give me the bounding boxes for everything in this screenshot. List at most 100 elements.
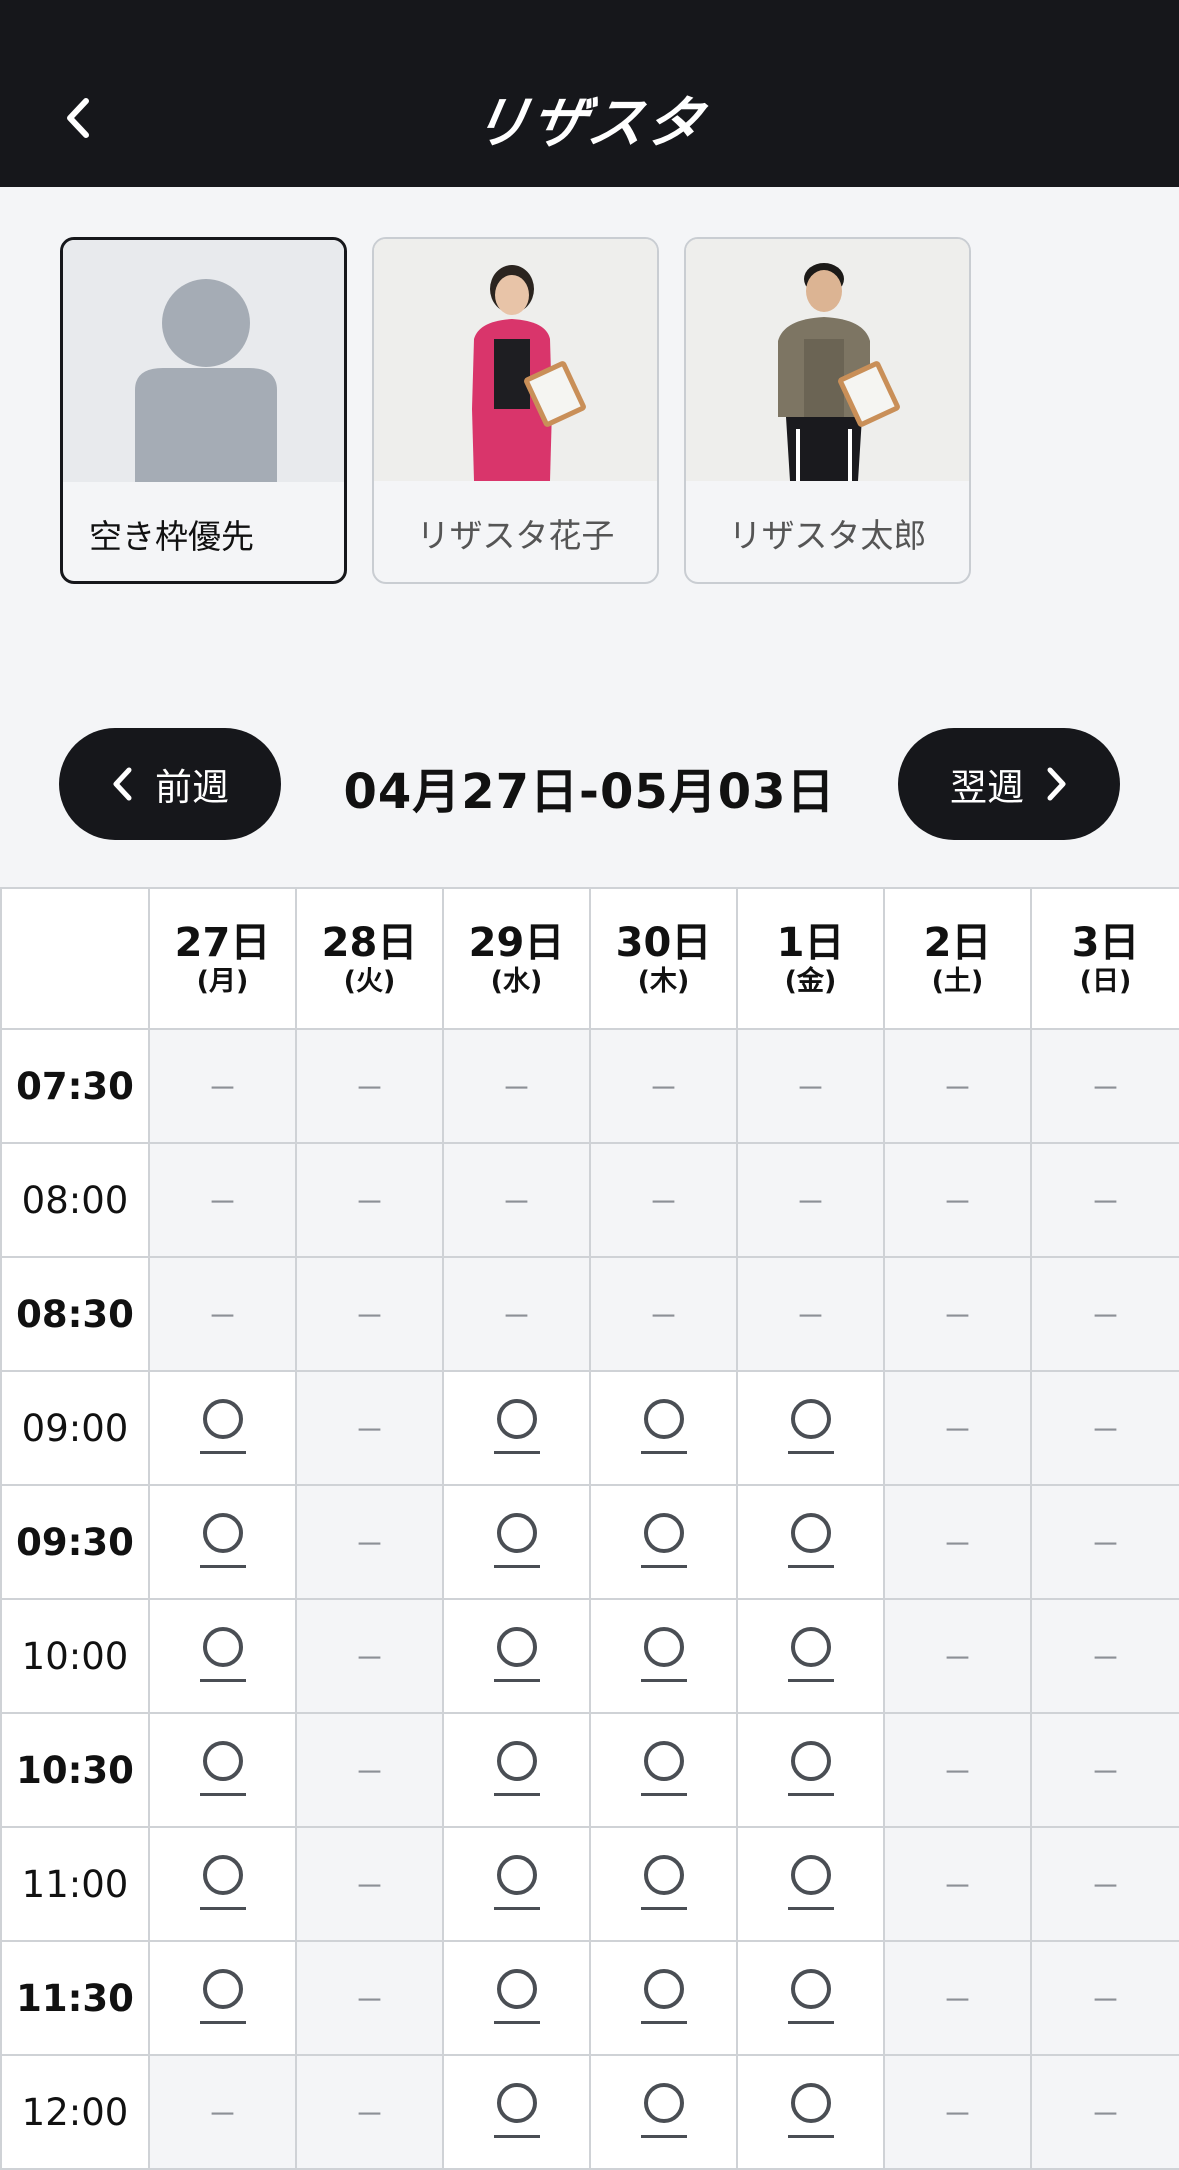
available-slot[interactable] [589,1826,738,1942]
dash-mark: － [795,1300,826,1335]
available-slot[interactable] [442,1940,591,2056]
dash-mark: － [1090,1870,1121,1905]
available-slot[interactable] [442,1598,591,1714]
available-slot[interactable] [589,1370,738,1486]
dash-mark: － [1090,1984,1121,2019]
unavailable-slot: － [295,1370,444,1486]
available-slot[interactable] [589,1598,738,1714]
unavailable-slot: － [883,1142,1032,1258]
staff-card-hanako[interactable]: リザスタ花子 [372,237,659,584]
day-header: 27日 (月) [148,887,297,1030]
unavailable-slot: － [1030,1940,1179,2056]
available-slot[interactable] [736,1940,885,2056]
available-slot[interactable] [442,1484,591,1600]
available-slot[interactable] [442,1712,591,1828]
dash-mark: － [942,1528,973,1563]
dash-mark: － [648,1072,679,1107]
link-underline [493,1450,540,1454]
available-slot[interactable] [148,1712,297,1828]
staff-card-any[interactable]: 空き枠優先 [60,237,347,584]
day-number: 27日 [174,919,271,966]
available-slot[interactable] [148,1826,297,1942]
available-circle-icon [790,1854,831,1895]
day-weekday: (火) [343,965,396,997]
available-circle-icon [790,2082,831,2123]
available-slot[interactable] [148,1598,297,1714]
time-label: 09:00 [0,1370,150,1486]
available-slot[interactable] [442,1826,591,1942]
time-row: 12:00 － － － － [0,2054,1179,2170]
day-header: 28日 (火) [295,887,444,1030]
dash-mark: － [1090,1642,1121,1677]
link-underline [493,1678,540,1682]
day-header: 1日 (金) [736,887,885,1030]
available-slot[interactable] [442,1370,591,1486]
staff-card-taro[interactable]: リザスタ太郎 [684,237,971,584]
available-slot[interactable] [589,2054,738,2170]
available-circle-icon [496,1854,537,1895]
time-row: 11:00 － － － [0,1826,1179,1942]
staff-name: リザスタ花子 [416,515,615,555]
available-circle-icon [643,1740,684,1781]
available-circle-icon [496,1740,537,1781]
trainer-photo-male [686,239,969,481]
next-week-button[interactable]: 翌週 [898,728,1120,840]
dash-mark: － [942,1984,973,2019]
link-underline [493,1564,540,1568]
link-underline [640,1906,687,1910]
available-slot[interactable] [589,1712,738,1828]
dash-mark: － [648,1186,679,1221]
prev-week-label: 前週 [155,766,229,809]
unavailable-slot: － [1030,2054,1179,2170]
available-slot[interactable] [736,1826,885,1942]
unavailable-slot: － [295,1598,444,1714]
available-circle-icon [643,1626,684,1667]
link-underline [640,1792,687,1796]
available-circle-icon [202,1512,243,1553]
staff-name: リザスタ太郎 [728,515,927,555]
available-slot[interactable] [736,1598,885,1714]
unavailable-slot: － [295,1142,444,1258]
available-slot[interactable] [442,2054,591,2170]
dash-mark: － [207,1186,238,1221]
unavailable-slot: － [295,1028,444,1144]
dash-mark: － [942,1870,973,1905]
available-slot[interactable] [148,1940,297,2056]
available-slot[interactable] [736,1484,885,1600]
unavailable-slot: － [589,1142,738,1258]
time-row: 11:30 － － － [0,1940,1179,2056]
unavailable-slot: － [883,2054,1032,2170]
dash-mark: － [501,1300,532,1335]
link-underline [787,1792,834,1796]
dash-mark: － [795,1186,826,1221]
link-underline [199,2020,246,2024]
dash-mark: － [1090,1300,1121,1335]
unavailable-slot: － [1030,1712,1179,1828]
time-row: 09:00 － － － [0,1370,1179,1486]
link-underline [493,1792,540,1796]
available-circle-icon [202,1968,243,2009]
available-slot[interactable] [148,1484,297,1600]
time-label: 08:00 [0,1142,150,1258]
available-slot[interactable] [736,2054,885,2170]
unavailable-slot: － [295,1826,444,1942]
unavailable-slot: － [589,1256,738,1372]
unavailable-slot: － [1030,1484,1179,1600]
available-circle-icon [790,1398,831,1439]
available-slot[interactable] [148,1370,297,1486]
unavailable-slot: － [589,1028,738,1144]
available-slot[interactable] [589,1940,738,2056]
available-circle-icon [202,1398,243,1439]
available-slot[interactable] [736,1712,885,1828]
unavailable-slot: － [148,1142,297,1258]
dash-mark: － [942,1186,973,1221]
day-weekday: (水) [490,965,543,997]
day-number: 29日 [468,919,565,966]
unavailable-slot: － [1030,1142,1179,1258]
available-slot[interactable] [589,1484,738,1600]
available-circle-icon [643,1512,684,1553]
available-slot[interactable] [736,1370,885,1486]
dash-mark: － [354,1186,385,1221]
app-header: リザスタ [0,0,1179,187]
dash-mark: － [942,2098,973,2133]
